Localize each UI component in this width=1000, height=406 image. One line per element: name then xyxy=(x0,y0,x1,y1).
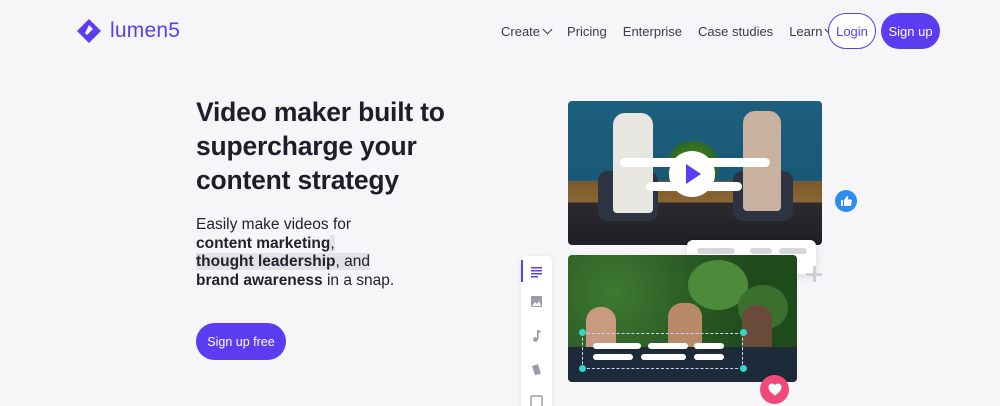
nav-enterprise-label: Enterprise xyxy=(622,24,683,39)
resize-handle[interactable] xyxy=(740,365,747,372)
image-icon[interactable] xyxy=(529,294,544,309)
lumen5-logo-icon xyxy=(76,18,102,44)
nav-learn[interactable]: Learn xyxy=(789,24,835,39)
nav-enterprise[interactable]: Enterprise xyxy=(623,24,682,39)
caption-bar xyxy=(641,354,686,360)
nav-learn-label: Learn xyxy=(789,24,823,39)
sub-intro: Easily make videos for xyxy=(196,216,352,233)
nav-create[interactable]: Create xyxy=(501,24,553,39)
nav-case-studies-label: Case studies xyxy=(698,24,774,39)
caption-bar xyxy=(694,343,724,349)
headline-line-1: Video maker built to xyxy=(196,97,445,127)
signup-free-button[interactable]: Sign up free xyxy=(196,323,286,360)
style-icon[interactable] xyxy=(529,362,544,377)
main-nav: Create Pricing Enterprise Case studies L… xyxy=(501,24,835,39)
editor-toolbar xyxy=(521,256,552,406)
person-3 xyxy=(742,305,772,353)
hero-subtext: Easily make videos for content marketing… xyxy=(196,216,394,290)
resize-handle[interactable] xyxy=(579,329,586,336)
login-button[interactable]: Login xyxy=(828,13,876,49)
logo-wordmark: lumen5 xyxy=(110,19,181,42)
heart-icon xyxy=(760,375,789,404)
resize-handle[interactable] xyxy=(740,329,747,336)
signup-button[interactable]: Sign up xyxy=(881,13,940,49)
sub-brand-awareness: brand awareness xyxy=(196,271,323,289)
headline-line-2: supercharge your xyxy=(196,131,417,161)
hero-headline: Video maker built to supercharge your co… xyxy=(196,95,445,197)
play-icon xyxy=(686,164,701,184)
caption-bar xyxy=(694,354,724,360)
chevron-down-icon xyxy=(542,24,553,35)
text-line xyxy=(779,248,807,254)
thumbs-up-icon xyxy=(835,190,857,212)
caption-bar xyxy=(593,354,633,360)
nav-pricing-label: Pricing xyxy=(567,24,607,39)
music-icon[interactable] xyxy=(529,328,544,343)
nav-case-studies[interactable]: Case studies xyxy=(698,24,773,39)
layout-icon[interactable] xyxy=(529,394,544,406)
sub-content-marketing: content marketing xyxy=(196,234,331,252)
play-button[interactable] xyxy=(669,151,715,197)
plus-icon[interactable] xyxy=(806,266,822,282)
active-tool-indicator xyxy=(521,260,523,282)
resize-handle[interactable] xyxy=(579,365,586,372)
sub-thought-leadership: thought leadership xyxy=(196,253,336,270)
text-icon[interactable] xyxy=(529,264,544,279)
selection-box[interactable] xyxy=(582,333,743,369)
text-line xyxy=(697,248,735,254)
sub-and: , and xyxy=(335,253,370,270)
lumen5-logo[interactable]: lumen5 xyxy=(76,18,180,44)
nav-pricing[interactable]: Pricing xyxy=(567,24,607,39)
caption-bar xyxy=(593,343,641,349)
headline-line-3: content strategy xyxy=(196,165,399,195)
sub-tail: in a snap. xyxy=(322,271,395,289)
text-line xyxy=(750,248,772,254)
nav-create-label: Create xyxy=(501,24,541,39)
caption-bar xyxy=(648,343,688,349)
sub-comma: , xyxy=(330,234,335,252)
